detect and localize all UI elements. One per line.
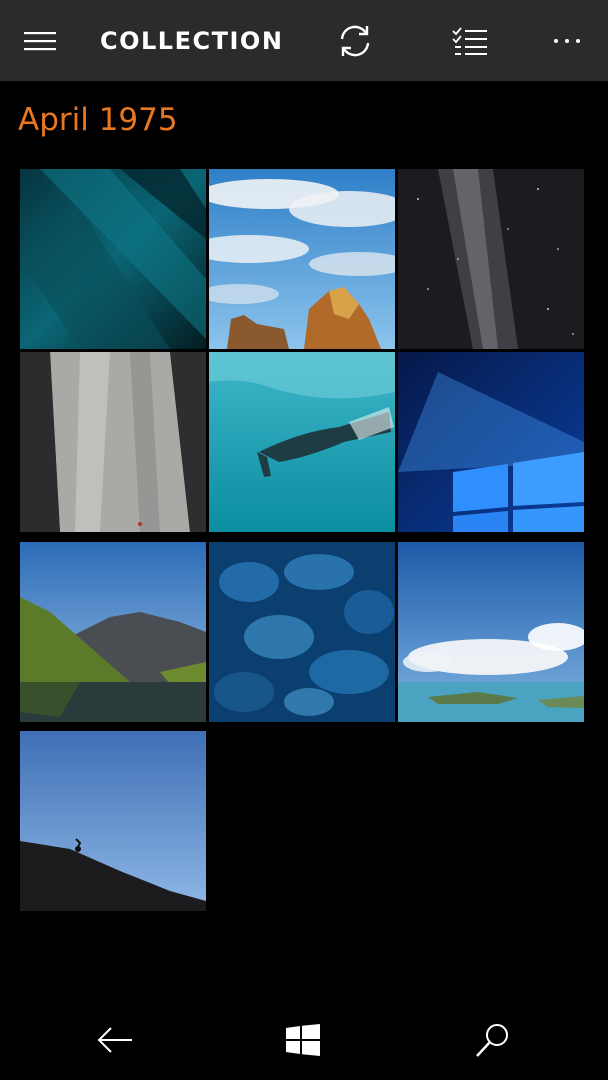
photo-abstract-teal — [20, 169, 206, 349]
photo-tile[interactable] — [20, 731, 206, 911]
photo-tile[interactable] — [398, 542, 584, 722]
photo-tile[interactable] — [398, 169, 584, 349]
photo-tile[interactable] — [20, 542, 206, 722]
photo-cliff-climber — [20, 352, 206, 532]
multi-select-list-icon — [452, 26, 487, 55]
photo-tile[interactable] — [20, 169, 206, 349]
photo-tile[interactable] — [209, 169, 395, 349]
sync-button[interactable] — [325, 0, 385, 81]
more-button[interactable] — [537, 0, 597, 81]
photo-tile[interactable] — [209, 542, 395, 722]
photo-underwater — [209, 352, 395, 532]
more-ellipsis-icon — [554, 38, 580, 43]
search-button[interactable] — [433, 1000, 553, 1080]
photo-tile[interactable] — [20, 352, 206, 532]
photo-mountain-lake — [20, 542, 206, 722]
back-button[interactable] — [55, 1000, 175, 1080]
photo-islands — [398, 542, 584, 722]
photo-cyclist-ridge — [20, 731, 206, 911]
photo-milky-way — [398, 169, 584, 349]
menu-button[interactable] — [10, 0, 70, 81]
windows-start-icon — [286, 1024, 320, 1056]
search-icon — [476, 1024, 508, 1057]
system-nav-bar — [0, 1000, 608, 1080]
photo-windows-light — [398, 352, 584, 532]
app-bar: COLLECTION — [0, 0, 608, 81]
hamburger-menu-icon — [24, 31, 56, 50]
select-button[interactable] — [440, 0, 500, 81]
photo-ice-cave — [209, 542, 395, 722]
section-header-date[interactable]: April 1975 — [18, 100, 178, 140]
photo-tile[interactable] — [398, 352, 584, 532]
start-button[interactable] — [243, 1000, 363, 1080]
back-arrow-icon — [97, 1027, 132, 1053]
page-title: COLLECTION — [100, 27, 284, 55]
sync-icon — [340, 25, 370, 56]
photo-tile[interactable] — [209, 352, 395, 532]
photo-rock-sky — [209, 169, 395, 349]
